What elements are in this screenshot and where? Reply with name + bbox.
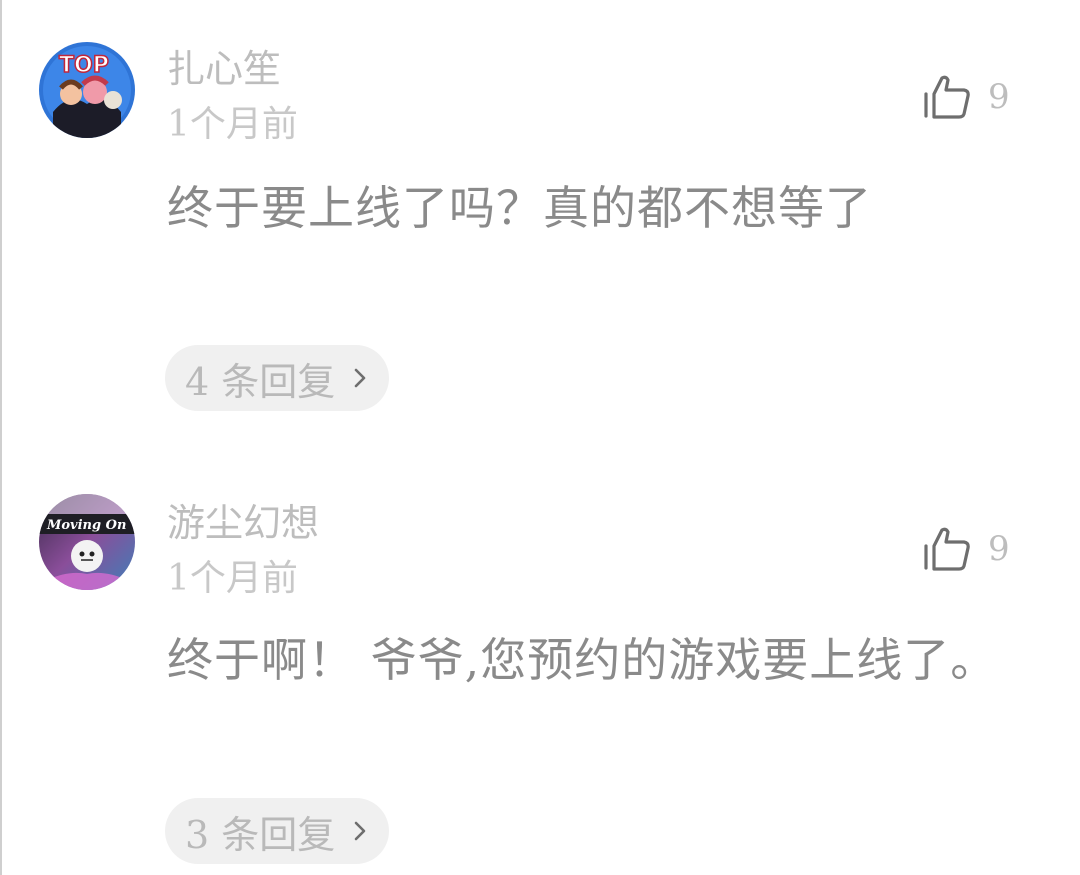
comment-item: Moving On 游尘幻想 1个月前 9 终于啊！ 爷爷,您预约的游戏要上线了…: [2, 0, 1080, 875]
avatar[interactable]: Moving On: [39, 494, 135, 590]
timestamp: 1个月前: [167, 558, 298, 599]
like-count: 9: [988, 529, 1010, 569]
thumbs-up-icon: [924, 527, 970, 571]
like-button[interactable]: 9: [922, 526, 1010, 572]
avatar-image: Moving On: [39, 494, 135, 590]
avatar-text: Moving On: [46, 518, 126, 533]
chevron-right-icon: [354, 821, 366, 841]
comment-text: 终于啊！ 爷爷,您预约的游戏要上线了。: [167, 633, 998, 687]
username[interactable]: 游尘幻想: [167, 500, 319, 546]
replies-label: 3 条回复: [185, 812, 336, 857]
view-replies-button[interactable]: 3 条回复: [165, 798, 390, 864]
comment-list: TOP 扎心笙 1个月前 9 终于要上线了吗？真的都不想等了 4 条回复 Mov…: [0, 0, 1080, 875]
